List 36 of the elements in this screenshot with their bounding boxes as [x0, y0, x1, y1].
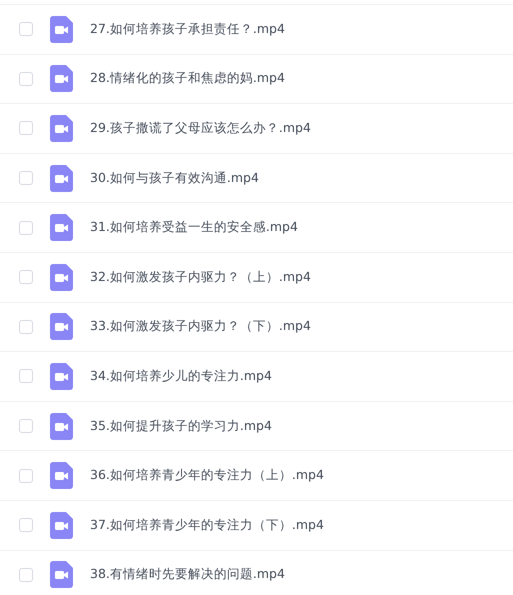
checkbox[interactable] [19, 171, 33, 186]
video-file-icon [50, 65, 73, 92]
checkbox[interactable] [19, 468, 33, 483]
video-file-icon [50, 214, 73, 242]
video-file-icon [50, 462, 73, 490]
checkbox[interactable] [19, 270, 33, 284]
video-file-icon [50, 114, 73, 142]
file-name[interactable]: 37.如何培养青少年的专注力（下）.mp4 [90, 516, 324, 534]
checkbox[interactable] [19, 22, 33, 36]
video-file-icon [50, 313, 73, 340]
video-file-icon [50, 16, 73, 43]
video-file-icon [50, 512, 73, 539]
video-file-icon [50, 264, 73, 291]
file-name[interactable]: 31.如何培养受益一生的安全感.mp4 [90, 219, 298, 236]
video-file-icon [50, 412, 73, 440]
video-file-icon [50, 362, 73, 390]
file-name[interactable]: 30.如何与孩子有效沟通.mp4 [90, 170, 259, 187]
checkbox[interactable] [19, 121, 33, 136]
file-name[interactable]: 38.有情绪时先要解决的问题.mp4 [90, 566, 285, 584]
checkbox[interactable] [19, 518, 33, 532]
checkbox[interactable] [19, 419, 33, 434]
checkbox[interactable] [19, 72, 33, 86]
file-name[interactable]: 34.如何培养少儿的专注力.mp4 [90, 368, 272, 385]
file-name[interactable]: 36.如何培养青少年的专注力（上）.mp4 [90, 467, 324, 484]
file-name[interactable]: 27.如何培养孩子承担责任？.mp4 [90, 20, 285, 38]
video-file-icon [50, 164, 73, 192]
video-file-icon [50, 561, 73, 588]
checkbox[interactable] [19, 220, 33, 235]
file-name[interactable]: 29.孩子撒谎了父母应该怎么办？.mp4 [90, 120, 311, 137]
file-name[interactable]: 35.如何提升孩子的学习力.mp4 [90, 418, 272, 435]
checkbox[interactable] [19, 568, 33, 582]
checkbox[interactable] [19, 369, 33, 384]
checkbox[interactable] [19, 320, 33, 334]
file-name[interactable]: 28.情绪化的孩子和焦虑的妈.mp4 [90, 70, 285, 88]
file-name[interactable]: 33.如何激发孩子内驱力？（下）.mp4 [90, 318, 311, 336]
file-name[interactable]: 32.如何激发孩子内驱力？（上）.mp4 [90, 268, 311, 286]
